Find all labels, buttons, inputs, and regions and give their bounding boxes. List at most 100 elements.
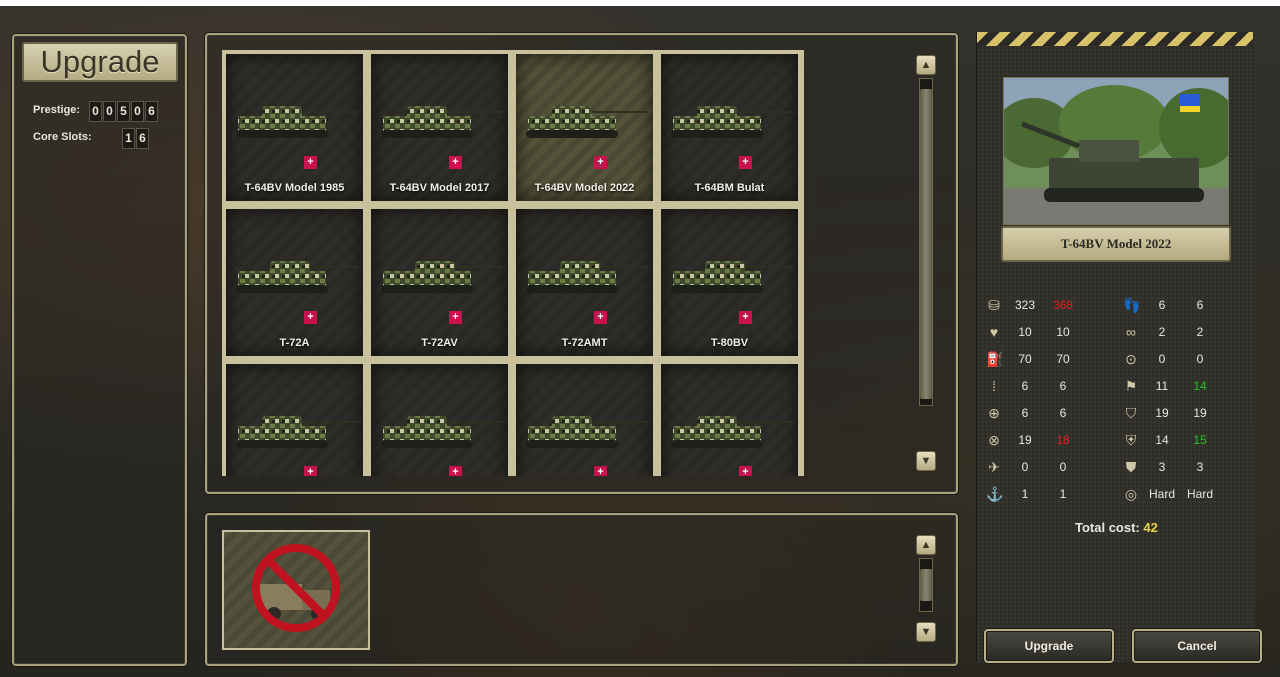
movement-icon: 👣	[1123, 297, 1141, 313]
stat-row: ✈ 0 0	[986, 459, 1106, 477]
unit-card[interactable]: + T-64BV Model 2017	[371, 54, 508, 201]
stat-base: 10	[1018, 325, 1032, 339]
digit: 5	[117, 101, 130, 122]
unit-name: T-72AV	[421, 337, 458, 349]
stat-row: ∞ 2 2	[1123, 324, 1243, 342]
close-defense-icon: ⛊	[1125, 459, 1137, 475]
transport-scroll-down-button[interactable]: ▼	[916, 622, 936, 642]
no-transport-slot[interactable]	[222, 530, 370, 650]
unit-class-badge: +	[449, 311, 462, 324]
air-defense-icon: ⛨	[1125, 432, 1137, 448]
digit: 0	[131, 101, 144, 122]
stat-base: 19	[1018, 433, 1032, 447]
unit-class-badge: +	[594, 311, 607, 324]
core-slots-counter: 16	[122, 128, 149, 149]
scroll-track[interactable]	[919, 78, 933, 406]
unit-card[interactable]: +	[516, 364, 653, 476]
scroll-thumb[interactable]	[920, 89, 932, 399]
tank-icon	[526, 261, 648, 293]
unit-name-plate: T-64BV Model 2022	[1001, 226, 1231, 262]
stat-row: ⛁ 323 368	[986, 297, 1106, 315]
digit: 6	[136, 128, 149, 149]
unit-name: T-64BV Model 2022	[534, 182, 635, 194]
target-type-icon: ◎	[1124, 486, 1138, 502]
stat-row: 👣 6 6	[1123, 297, 1243, 315]
unit-class-badge: +	[739, 156, 752, 169]
stat-upgraded: 3	[1196, 460, 1204, 474]
unit-card[interactable]: +	[226, 364, 363, 476]
stat-upgraded: 0	[1059, 460, 1067, 474]
tank-icon	[526, 416, 648, 448]
stat-row: ⊕ 6 6	[986, 405, 1106, 423]
stat-row: ◎ Hard Hard	[1123, 486, 1243, 504]
transport-scroll-track[interactable]	[919, 558, 933, 612]
unit-grid: + T-64BV Model 1985 + T-64BV Model 2017 + T-6…	[222, 50, 804, 476]
tank-icon	[671, 106, 793, 138]
stat-base: 0	[1158, 352, 1166, 366]
scroll-down-button[interactable]: ▼	[916, 451, 936, 471]
air-attack-icon: ✈	[988, 459, 1000, 475]
digit: 0	[89, 101, 102, 122]
unit-name: T-64BM Bulat	[694, 182, 765, 194]
unit-card[interactable]: + T-64BV Model 2022	[516, 54, 653, 201]
prestige-counter: 00506	[89, 101, 158, 122]
unit-name: T-64BV Model 1985	[244, 182, 345, 194]
ground-defense-icon: ⛉	[1125, 405, 1137, 421]
unit-class-badge: +	[594, 466, 607, 476]
unit-class-badge: +	[304, 466, 317, 476]
top-border	[0, 0, 1280, 6]
unit-card[interactable]: + T-64BV Model 1985	[226, 54, 363, 201]
unit-class-badge: +	[304, 311, 317, 324]
page-title: Upgrade	[22, 42, 178, 82]
cancel-button[interactable]: Cancel	[1132, 629, 1262, 663]
unit-card[interactable]: + T-80BV	[661, 209, 798, 356]
stat-row: ⛊ 3 3	[1123, 459, 1243, 477]
stat-base: 70	[1018, 352, 1032, 366]
stat-upgraded: 368	[1052, 298, 1074, 312]
stat-row: ⚓ 1 1	[986, 486, 1106, 504]
stat-upgraded: 70	[1056, 352, 1070, 366]
tank-icon	[526, 106, 648, 138]
stat-base: Hard	[1148, 487, 1175, 501]
tank-icon	[381, 261, 503, 293]
stat-row: ⚑ 11 14	[1123, 378, 1243, 396]
unit-card[interactable]: +	[661, 364, 798, 476]
scroll-up-button[interactable]: ▲	[916, 55, 936, 75]
unit-name: T-64BV Model 2017	[389, 182, 490, 194]
unit-class-badge: +	[739, 466, 752, 476]
stat-upgraded: 14	[1193, 379, 1207, 393]
stat-base: 19	[1155, 406, 1169, 420]
stat-base: 2	[1158, 325, 1166, 339]
stat-row: ⁞ 6 6	[986, 378, 1106, 396]
core-slots-box: Core Slots: 16	[26, 125, 149, 153]
stat-row: ⛨ 14 15	[1123, 432, 1243, 450]
unit-photo	[1003, 77, 1229, 225]
stat-row: ♥ 10 10	[986, 324, 1106, 342]
transport-scroll-thumb[interactable]	[920, 569, 932, 601]
hazard-stripe	[977, 32, 1253, 46]
binoculars-icon: ∞	[1126, 324, 1136, 340]
stat-upgraded: 6	[1196, 298, 1204, 312]
prestige-box: Prestige: 00506	[26, 98, 158, 126]
core-slots-label: Core Slots:	[33, 131, 92, 143]
unit-name: T-72A	[279, 337, 310, 349]
stat-base: 323	[1014, 298, 1036, 312]
stat-base: 14	[1155, 433, 1169, 447]
prestige-label: Prestige:	[33, 104, 81, 116]
tank-icon	[381, 416, 503, 448]
transport-scroll-up-button[interactable]: ▲	[916, 535, 936, 555]
unit-card[interactable]: + T-72AMT	[516, 209, 653, 356]
stat-upgraded: Hard	[1186, 487, 1213, 501]
unit-class-badge: +	[594, 156, 607, 169]
unit-card[interactable]: + T-72AV	[371, 209, 508, 356]
stat-upgraded: 6	[1059, 406, 1067, 420]
unit-card[interactable]: + T-64BM Bulat	[661, 54, 798, 201]
stat-base: 1	[1021, 487, 1029, 501]
stat-base: 3	[1158, 460, 1166, 474]
unit-card[interactable]: +	[371, 364, 508, 476]
cost-icon: ⛁	[988, 297, 1000, 313]
upgrade-button[interactable]: Upgrade	[984, 629, 1114, 663]
stat-upgraded: 2	[1196, 325, 1204, 339]
unit-card[interactable]: + T-72A	[226, 209, 363, 356]
unit-name: T-72AMT	[561, 337, 608, 349]
